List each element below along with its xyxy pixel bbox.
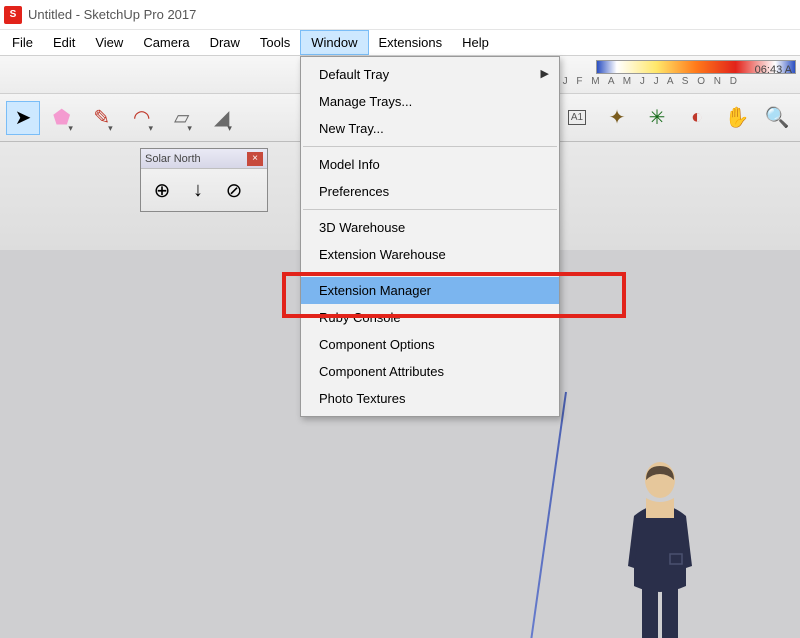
menu-item-photo-textures[interactable]: Photo Textures <box>301 385 559 412</box>
menu-separator <box>303 209 557 210</box>
menu-edit[interactable]: Edit <box>43 30 85 55</box>
menu-item-extension-manager[interactable]: Extension Manager <box>301 277 559 304</box>
hand-tool-icon[interactable]: ✋ <box>720 101 754 135</box>
shadow-time-label: 06:43 A <box>755 64 792 76</box>
north-set-icon[interactable]: ↓ <box>183 175 213 205</box>
menu-item-component-attributes[interactable]: Component Attributes <box>301 358 559 385</box>
menu-draw[interactable]: Draw <box>200 30 250 55</box>
window-menu-dropdown: Default Tray▶Manage Trays...New Tray... M… <box>300 56 560 417</box>
submenu-arrow-icon: ▶ <box>541 67 549 80</box>
menu-help[interactable]: Help <box>452 30 499 55</box>
chevron-down-icon[interactable]: ▾ <box>68 123 73 134</box>
menu-separator <box>303 272 557 273</box>
menu-view[interactable]: View <box>85 30 133 55</box>
menu-separator <box>303 146 557 147</box>
rectangle-tool-icon[interactable]: ▱▾ <box>166 101 200 135</box>
title-bar: S Untitled - SketchUp Pro 2017 <box>0 0 800 30</box>
menu-tools[interactable]: Tools <box>250 30 300 55</box>
north-angle-icon[interactable]: ⊘ <box>219 175 249 205</box>
chevron-down-icon[interactable]: ▾ <box>227 123 232 134</box>
menu-item-manage-trays[interactable]: Manage Trays... <box>301 88 559 115</box>
dimension-tool-icon[interactable]: A1 <box>560 101 594 135</box>
menu-item-extension-warehouse[interactable]: Extension Warehouse <box>301 241 559 268</box>
menu-item-model-info[interactable]: Model Info <box>301 151 559 178</box>
select-tool-icon[interactable]: ➤ <box>6 101 40 135</box>
app-icon: S <box>4 6 22 24</box>
solar-north-title: Solar North <box>145 153 201 165</box>
window-title: Untitled - SketchUp Pro 2017 <box>28 7 196 22</box>
solar-north-toolbar[interactable]: Solar North × ⊕↓⊘ <box>140 148 268 212</box>
close-icon[interactable]: × <box>247 152 263 166</box>
menu-bar: FileEditViewCameraDrawToolsWindowExtensi… <box>0 30 800 56</box>
menu-file[interactable]: File <box>2 30 43 55</box>
compass-icon[interactable]: ⊕ <box>147 175 177 205</box>
zoom-tool-icon[interactable]: 🔍 <box>760 101 794 135</box>
pencil-tool-icon[interactable]: ✎▾ <box>86 101 120 135</box>
menu-item-3d-warehouse[interactable]: 3D Warehouse <box>301 214 559 241</box>
scale-figure-icon <box>610 458 710 638</box>
menu-item-default-tray[interactable]: Default Tray▶ <box>301 61 559 88</box>
menu-item-new-tray[interactable]: New Tray... <box>301 115 559 142</box>
rotate-tool-icon[interactable]: ◐ <box>680 101 714 135</box>
model-edge-line <box>526 392 567 638</box>
shadow-month-ticks: J F M A M J J A S O N D <box>563 76 740 87</box>
chevron-down-icon[interactable]: ▾ <box>108 123 113 134</box>
menu-item-component-options[interactable]: Component Options <box>301 331 559 358</box>
eraser-tool-icon[interactable]: ⬟▾ <box>46 101 80 135</box>
solar-north-title-bar[interactable]: Solar North × <box>141 149 267 169</box>
menu-window[interactable]: Window <box>300 30 368 55</box>
menu-camera[interactable]: Camera <box>133 30 199 55</box>
menu-item-preferences[interactable]: Preferences <box>301 178 559 205</box>
axes-tool-icon[interactable]: ✳ <box>640 101 674 135</box>
chevron-down-icon[interactable]: ▾ <box>148 123 153 134</box>
menu-extensions[interactable]: Extensions <box>369 30 453 55</box>
shape-tool-icon[interactable]: ◢▾ <box>206 101 240 135</box>
arc-tool-icon[interactable]: ◠▾ <box>126 101 160 135</box>
chevron-down-icon[interactable]: ▾ <box>187 123 192 134</box>
section-tool-icon[interactable]: ✦ <box>600 101 634 135</box>
menu-item-ruby-console[interactable]: Ruby Console <box>301 304 559 331</box>
